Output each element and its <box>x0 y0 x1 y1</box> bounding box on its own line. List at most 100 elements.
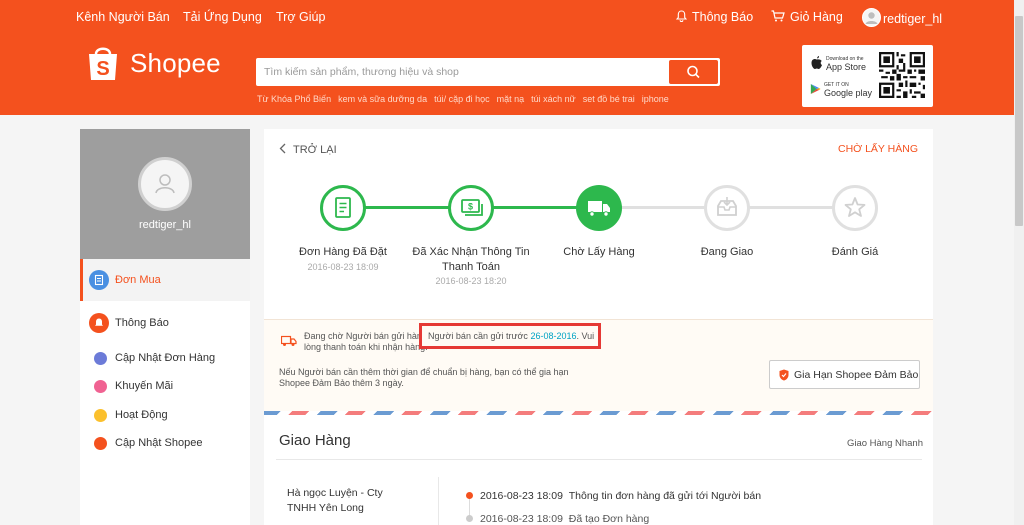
notice-line-2: lòng thanh toán khi nhận hàng. <box>304 342 428 352</box>
google-play-label: Google play <box>823 87 872 98</box>
cart-icon <box>771 10 785 22</box>
truck-icon <box>588 201 610 217</box>
ship-deadline-highlight: Người bán cần gửi trước 26-08-2016. Vui <box>419 323 601 349</box>
notifications-label: Thông Báo <box>692 10 754 24</box>
bell-icon <box>675 10 688 22</box>
timeline-dot-active <box>466 492 473 499</box>
step-label: Đã Xác Nhận Thông Tin Thanh Toán <box>412 246 530 273</box>
profile-panel: redtiger_hl <box>80 129 250 259</box>
page-scrollbar[interactable] <box>1014 0 1024 525</box>
qr-code-icon <box>879 52 925 98</box>
profile-username: redtiger_hl <box>139 219 191 231</box>
back-label: TRỞ LẠI <box>293 144 337 156</box>
divider <box>438 477 439 525</box>
seller-channel-link[interactable]: Kênh Người Bán <box>76 10 170 24</box>
google-play-icon <box>810 83 821 94</box>
money-icon: $ <box>461 199 483 216</box>
timeline-item: 2016-08-23 18:09 Thông tin đơn hàng đã g… <box>480 490 761 502</box>
app-download-box: Download on the App Store GET IT ON Goog… <box>802 45 933 107</box>
address-line-2: TNHH Yên Long <box>287 502 364 514</box>
timeline-time: 2016-08-23 18:09 <box>480 490 563 502</box>
step-label: Đang Giao <box>700 246 754 258</box>
extension-text-line-2: Shopee Đảm Bảo thêm 3 ngày. <box>279 378 404 388</box>
step-shipping <box>704 185 750 231</box>
google-play-button[interactable]: GET IT ON Google play <box>810 79 872 98</box>
header: Kênh Người Bán Tải Ứng Dụng Trợ Giúp Thô… <box>0 0 1024 115</box>
timeline-time: 2016-08-23 18:09 <box>480 513 563 525</box>
search-button[interactable] <box>669 60 718 84</box>
keyword-link[interactable]: kem và sữa dưỡng da <box>338 94 427 104</box>
notifications-link[interactable]: Thông Báo <box>675 10 754 24</box>
step-label: Đơn Hàng Đã Đặt <box>299 246 387 258</box>
timeline-item: 2016-08-23 18:09 Đã tạo Đơn hàng <box>480 513 649 525</box>
receipt-icon <box>335 197 351 218</box>
lightning-icon <box>94 409 107 422</box>
extension-text-line-1: Nếu Người bán cần thêm thời gian để chuẩ… <box>279 367 569 377</box>
shipping-method: Giao Hàng Nhanh <box>846 438 923 449</box>
timeline-dot <box>466 515 473 522</box>
step-review <box>832 185 878 231</box>
address-line-1: Hà ngọc Luyện - Cty <box>287 487 383 499</box>
shipping-address: Hà ngọc Luyện - Cty TNHH Yên Long <box>287 486 383 516</box>
user-icon <box>155 174 175 194</box>
step-label: Chờ Lấy Hàng <box>563 246 635 258</box>
search-bar <box>256 58 720 86</box>
help-link[interactable]: Trợ Giúp <box>276 10 325 24</box>
keyword-link[interactable]: túi xách nữ <box>531 94 576 104</box>
sidebar-item-label: Cập Nhật Đơn Hàng <box>115 352 216 364</box>
sidebar-item-purchases[interactable]: Đơn Mua <box>80 259 250 301</box>
ship-deadline-prefix: Người bán cần gửi trước <box>428 331 528 341</box>
svg-text:$: $ <box>468 202 473 212</box>
step-date: 2016-08-23 18:20 <box>435 276 507 286</box>
shield-icon <box>779 369 789 381</box>
document-icon <box>94 352 107 365</box>
step-order-placed <box>320 185 366 231</box>
extend-guarantee-button[interactable]: Gia Hạn Shopee Đảm Bảo <box>769 360 920 389</box>
sidebar-item-label: Đơn Mua <box>115 274 161 286</box>
popular-keywords-label: Từ Khóa Phổ Biến <box>257 94 332 104</box>
search-input[interactable] <box>258 60 668 84</box>
divider <box>276 459 922 460</box>
ship-deadline-suffix: . Vui <box>576 331 595 341</box>
brand-name: Shopee <box>130 47 221 78</box>
shopee-logo[interactable]: S Shopee <box>86 44 221 82</box>
avatar[interactable] <box>138 157 192 211</box>
sidebar-item-label: Thông Báo <box>115 317 169 329</box>
step-date: 2016-08-23 18:09 <box>307 262 379 272</box>
star-icon <box>844 197 866 217</box>
keyword-link[interactable]: mặt nạ <box>497 94 525 104</box>
order-status: CHỜ LẤY HÀNG <box>838 143 918 155</box>
timeline-text: Thông tin đơn hàng đã gửi tới Người bán <box>568 490 762 502</box>
back-button[interactable]: TRỞ LẠI <box>279 143 337 156</box>
extend-guarantee-label: Gia Hạn Shopee Đảm Bảo <box>794 369 919 381</box>
keyword-link[interactable]: iphone <box>642 94 669 104</box>
download-app-link[interactable]: Tải Ứng Dụng <box>183 10 262 24</box>
cart-link[interactable]: Giỏ Hàng <box>771 10 843 24</box>
sidebar-item-label: Khuyến Mãi <box>115 380 174 392</box>
ship-deadline-date: 26-08-2016 <box>530 331 577 341</box>
user-avatar-icon <box>862 8 881 27</box>
account-link[interactable]: redtiger_hl <box>862 8 942 27</box>
sidebar-menu: Đơn Mua Thông Báo Cập Nhật Đơn Hàng Khuy… <box>80 259 250 525</box>
pickup-notice: Đang chờ Người bán gửi hàng. lòng thanh … <box>264 319 933 411</box>
shopee-bag-icon <box>94 437 107 450</box>
timeline-text: Đã tạo Đơn hàng <box>568 513 650 525</box>
step-label: Đánh Giá <box>831 246 879 258</box>
chevron-left-icon <box>279 143 286 154</box>
clipboard-icon <box>89 270 109 290</box>
keyword-link[interactable]: set đồ bé trai <box>583 94 635 104</box>
order-detail-panel: TRỞ LẠI CHỜ LẤY HÀNG Đơn Hàng Đã Đặt 201… <box>264 129 933 411</box>
keyword-link[interactable]: túi/ cặp đi học <box>434 94 490 104</box>
app-store-label: App Store <box>826 61 867 72</box>
inbox-icon <box>717 197 737 216</box>
app-store-button[interactable]: Download on the App Store <box>810 53 872 72</box>
cart-label: Giỏ Hàng <box>790 10 843 24</box>
tag-icon <box>94 380 107 393</box>
shipping-section: Giao Hàng Giao Hàng Nhanh Hà ngọc Luyện … <box>264 415 933 525</box>
bell-icon <box>89 313 109 333</box>
sidebar-item-label: Cập Nhật Shopee <box>115 437 203 449</box>
popular-keywords: Từ Khóa Phổ Biến kem và sữa dưỡng da túi… <box>257 94 669 104</box>
scrollbar-thumb[interactable] <box>1015 16 1023 226</box>
account-username: redtiger_hl <box>883 12 943 26</box>
shipping-title: Giao Hàng <box>279 432 351 449</box>
